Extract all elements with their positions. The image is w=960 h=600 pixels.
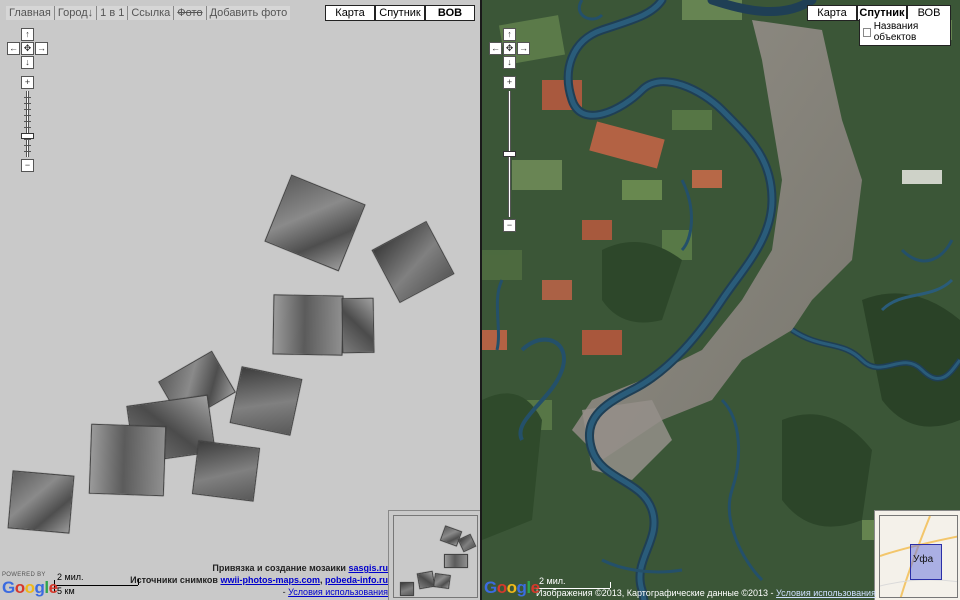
map-type-map-button[interactable]: Карта <box>325 5 375 21</box>
pan-center-icon[interactable]: ✥ <box>21 42 34 55</box>
right-overview-map[interactable]: Уфа <box>874 510 960 600</box>
left-attribution: Привязка и создание мозаики sasgis.ru Ис… <box>130 562 388 598</box>
aerial-photo[interactable] <box>191 440 261 502</box>
zoom-slider-track[interactable] <box>21 91 34 157</box>
zoom-slider-thumb[interactable] <box>21 133 34 139</box>
pan-up-icon[interactable]: ↑ <box>503 28 516 41</box>
nav-link[interactable]: Ссылка <box>128 6 175 20</box>
overview-city-label: Уфа <box>913 554 934 565</box>
google-logo[interactable]: Google <box>484 578 540 598</box>
terms-of-use-link[interactable]: Условия использования <box>776 588 876 598</box>
zoom-slider-track[interactable] <box>503 91 516 217</box>
overview-photo <box>457 533 477 553</box>
pan-down-icon[interactable]: ↓ <box>21 56 34 69</box>
google-logo[interactable]: POWERED BY Google <box>2 572 58 598</box>
map-type-map-button[interactable]: Карта <box>807 5 857 21</box>
left-scale-bar: 2 мил. 5 км <box>54 572 144 598</box>
nav-photo[interactable]: Фото <box>174 6 207 20</box>
sasgis-link[interactable]: sasgis.ru <box>348 563 388 573</box>
overview-viewport <box>393 515 478 598</box>
nav-city[interactable]: Город↓ <box>55 6 98 20</box>
right-map-pane[interactable]: Карта Спутник ВОВ Названия объектов ↑ ← … <box>482 0 960 600</box>
left-pan-control: ↑ ← ✥ → ↓ <box>7 28 49 70</box>
pobeda-info-link[interactable]: pobeda-info.ru <box>325 575 388 585</box>
google-wordmark: Google <box>484 578 540 597</box>
zoom-slider-thumb[interactable] <box>503 151 516 157</box>
aerial-photo[interactable] <box>264 174 366 272</box>
left-map-pane[interactable]: Главная Город↓ 1 в 1 Ссылка Фото Добавит… <box>0 0 480 600</box>
overview-viewport: Уфа <box>879 515 958 598</box>
map-type-ww2-button[interactable]: ВОВ <box>425 5 475 21</box>
pan-right-icon[interactable]: → <box>517 42 530 55</box>
left-zoom-control: + − <box>21 76 34 172</box>
pan-center-icon[interactable]: ✥ <box>503 42 516 55</box>
zoom-out-icon[interactable]: − <box>21 159 34 172</box>
map-type-satellite-button[interactable]: Спутник <box>375 5 425 21</box>
pan-left-icon[interactable]: ← <box>489 42 502 55</box>
pan-down-icon[interactable]: ↓ <box>503 56 516 69</box>
left-map-type-switcher: Карта Спутник ВОВ <box>325 5 475 21</box>
google-wordmark: Google <box>2 578 58 597</box>
overview-photo <box>400 582 414 596</box>
terms-of-use-link[interactable]: Условия использования <box>288 587 388 597</box>
overview-photo <box>444 554 468 568</box>
left-overview-map[interactable] <box>388 510 480 600</box>
aerial-photo[interactable] <box>7 470 75 534</box>
object-names-toggle[interactable]: Названия объектов <box>859 19 951 46</box>
attrib-map-data: Картографические данные ©2013 <box>626 588 769 598</box>
zoom-out-icon[interactable]: − <box>503 219 516 232</box>
nav-add-photo[interactable]: Добавить фото <box>207 6 291 20</box>
top-navigation: Главная Город↓ 1 в 1 Ссылка Фото Добавит… <box>6 6 291 20</box>
right-scale-bar: 2 мил. <box>536 576 616 590</box>
object-names-label: Названия объектов <box>873 21 919 43</box>
aerial-photo[interactable] <box>341 297 375 354</box>
wwii-photos-link[interactable]: wwii-photos-maps.com <box>220 575 320 585</box>
right-pan-control: ↑ ← ✥ → ↓ <box>489 28 531 70</box>
checkbox-icon[interactable] <box>863 27 871 37</box>
scale-miles-label: 2 мил. <box>57 572 84 582</box>
zoom-in-icon[interactable]: + <box>503 76 516 89</box>
aerial-photo[interactable] <box>229 366 303 436</box>
scale-miles-label: 2 мил. <box>539 576 566 586</box>
pan-right-icon[interactable]: → <box>35 42 48 55</box>
right-zoom-control: + − <box>503 76 516 232</box>
attrib-mosaic-text: Привязка и создание мозаики <box>212 563 349 573</box>
aerial-photo[interactable] <box>88 423 167 497</box>
nav-home[interactable]: Главная <box>6 6 55 20</box>
overview-photo <box>433 572 451 590</box>
aerial-photo[interactable] <box>371 220 455 304</box>
pan-left-icon[interactable]: ← <box>7 42 20 55</box>
attrib-dash: - <box>768 588 777 598</box>
zoom-in-icon[interactable]: + <box>21 76 34 89</box>
aerial-photo[interactable] <box>272 294 344 356</box>
scale-km-label: 5 км <box>57 586 75 596</box>
nav-one-to-one[interactable]: 1 в 1 <box>97 6 129 20</box>
pan-up-icon[interactable]: ↑ <box>21 28 34 41</box>
